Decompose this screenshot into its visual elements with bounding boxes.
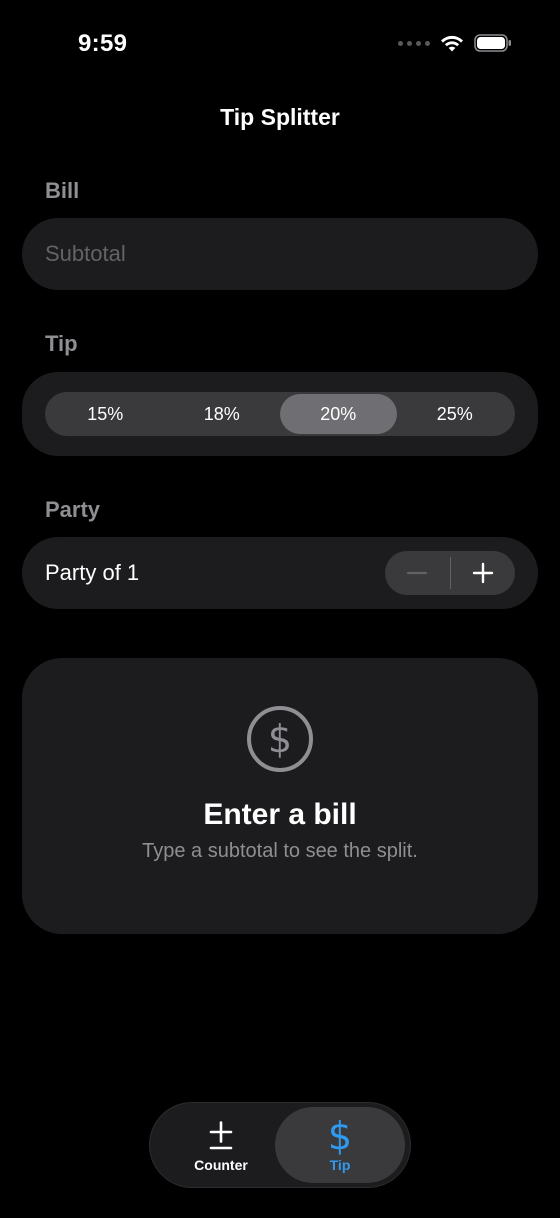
party-card: Party of 1 (22, 537, 538, 609)
increment-button[interactable] (451, 551, 516, 595)
status-time: 9:59 (78, 30, 128, 57)
bill-card (22, 218, 538, 290)
tip-option-20[interactable]: 20% (280, 394, 397, 434)
battery-icon (474, 34, 511, 52)
minus-icon (407, 571, 428, 575)
bill-section-label: Bill (45, 178, 80, 203)
party-size-label: Party of 1 (45, 560, 140, 585)
tab-tip-label: Tip (329, 1157, 351, 1173)
dollar-circle-icon: $ (247, 706, 313, 772)
tab-counter-label: Counter (194, 1157, 248, 1173)
wifi-icon (441, 35, 463, 52)
subtotal-input[interactable] (45, 218, 515, 290)
tip-card: 15% 18% 20% 25% (22, 372, 538, 456)
dollar-icon: $ (327, 1114, 353, 1158)
tip-option-15[interactable]: 15% (47, 394, 164, 434)
status-icons (398, 34, 512, 52)
tab-counter[interactable]: Counter (159, 1107, 283, 1183)
party-section-label: Party (45, 497, 101, 522)
empty-state-subtitle: Type a subtotal to see the split. (142, 840, 418, 862)
plus-minus-icon (208, 1117, 234, 1155)
decrement-button[interactable] (385, 551, 450, 595)
tip-section-label: Tip (45, 331, 78, 356)
tab-tip[interactable]: $ Tip (275, 1107, 405, 1183)
tab-bar: Counter $ Tip (149, 1102, 411, 1188)
cellular-signal-icon (398, 40, 430, 46)
party-stepper (385, 551, 515, 595)
page-title: Tip Splitter (220, 104, 340, 130)
plus-icon (472, 562, 493, 584)
empty-state-title: Enter a bill (203, 798, 357, 831)
tip-option-25[interactable]: 25% (397, 394, 514, 434)
empty-state-card: $ Enter a bill Type a subtotal to see th… (22, 658, 538, 934)
tip-option-18[interactable]: 18% (164, 394, 281, 434)
tip-segmented-control: 15% 18% 20% 25% (45, 392, 515, 436)
tip-splitter-screen: 9:59 Tip Splitter Bill Tip 15% 18% 20% 2… (0, 0, 560, 1218)
